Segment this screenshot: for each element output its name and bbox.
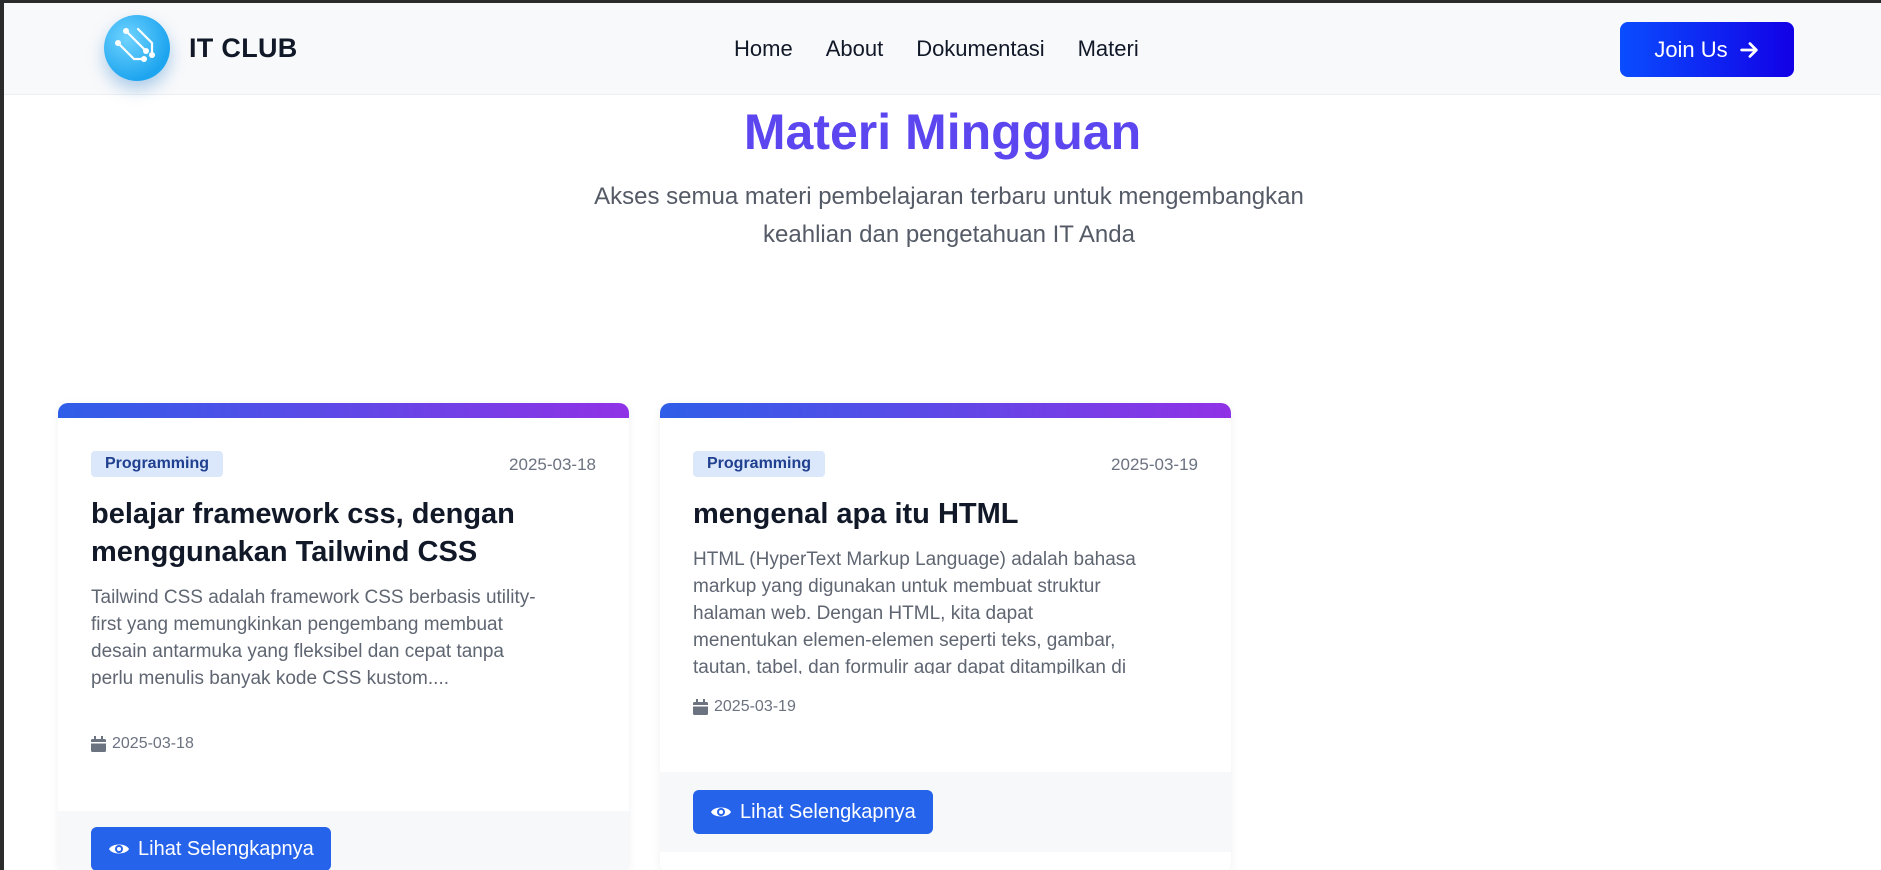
read-more-button[interactable]: Lihat Selengkapnya: [693, 790, 933, 834]
nav-dokumentasi[interactable]: Dokumentasi: [916, 36, 1044, 62]
navbar: IT CLUB Home About Dokumentasi Materi Jo…: [4, 3, 1881, 95]
brand-name[interactable]: IT CLUB: [189, 33, 298, 64]
nav-home[interactable]: Home: [734, 36, 793, 62]
card-title-line: menggunakan Tailwind CSS: [91, 536, 478, 568]
desc-line: Tailwind CSS adalah framework CSS berbas…: [91, 587, 536, 608]
join-us-label: Join Us: [1654, 36, 1728, 62]
eye-icon: [711, 807, 731, 817]
arrow-right-icon: [1739, 41, 1758, 58]
nav-materi[interactable]: Materi: [1078, 36, 1139, 62]
card-title[interactable]: belajar framework css, dengan menggunaka…: [91, 495, 601, 571]
materi-card: Programming 2025-03-18 belajar framework…: [58, 403, 629, 870]
card-meta-date: 2025-03-18: [91, 735, 194, 753]
nav-about[interactable]: About: [826, 36, 884, 62]
card-accent-bar: [58, 403, 629, 418]
card-meta-date: 2025-03-19: [693, 698, 796, 716]
desc-line: perlu menulis banyak kode CSS kustom....: [91, 668, 450, 689]
desc-line: halaman web. Dengan HTML, kita dapat: [693, 603, 1034, 624]
desc-line: markup yang digunakan untuk membuat stru…: [693, 576, 1101, 597]
card-title[interactable]: mengenal apa itu HTML: [693, 495, 1203, 533]
calendar-icon: [693, 699, 708, 715]
read-more-button[interactable]: Lihat Selengkapnya: [91, 827, 331, 870]
read-more-label: Lihat Selengkapnya: [138, 837, 314, 860]
calendar-icon: [91, 736, 106, 752]
subtitle-line: Akses semua materi pembelajaran terbaru …: [594, 183, 1304, 210]
meta-date-text: 2025-03-18: [112, 735, 194, 752]
meta-date-text: 2025-03-19: [714, 698, 796, 715]
read-more-label: Lihat Selengkapnya: [740, 800, 916, 823]
circuit-icon: [115, 27, 155, 62]
browser-viewport: IT CLUB Home About Dokumentasi Materi Jo…: [4, 3, 1881, 870]
logo[interactable]: [104, 15, 170, 81]
card-description: Tailwind CSS adalah framework CSS berbas…: [91, 584, 601, 692]
page-subtitle: Akses semua materi pembelajaran terbaru …: [524, 178, 1374, 254]
card-footer: Lihat Selengkapnya: [58, 811, 629, 870]
desc-line: first yang memungkinkan pengembang membu…: [91, 614, 503, 635]
eye-icon: [109, 844, 129, 854]
card-date: 2025-03-18: [509, 455, 596, 474]
desc-line: desain antarmuka yang fleksibel dan cepa…: [91, 641, 504, 662]
desc-line: menentukan elemen-elemen seperti teks, g…: [693, 630, 1116, 651]
card-title-line: mengenal apa itu HTML: [693, 498, 1019, 530]
page-title: Materi Mingguan: [743, 104, 1142, 160]
card-accent-bar: [660, 403, 1231, 418]
card-footer: Lihat Selengkapnya: [660, 772, 1231, 852]
desc-line: HTML (HyperText Markup Language) adalah …: [693, 549, 1136, 570]
card-body: Programming 2025-03-19 mengenal apa itu …: [660, 418, 1231, 870]
card-description: HTML (HyperText Markup Language) adalah …: [693, 546, 1203, 674]
card-date: 2025-03-19: [1111, 455, 1198, 474]
materi-card: Programming 2025-03-19 mengenal apa itu …: [660, 403, 1231, 870]
card-title-line: belajar framework css, dengan: [91, 498, 515, 530]
subtitle-line: keahlian dan pengetahuan IT Anda: [763, 221, 1135, 248]
card-body: Programming 2025-03-18 belajar framework…: [58, 418, 629, 870]
desc-line: tautan, tabel, dan formulir agar dapat d…: [693, 657, 1127, 674]
category-badge: Programming: [693, 451, 826, 477]
join-us-button[interactable]: Join Us: [1620, 22, 1794, 77]
nav-menu: Home About Dokumentasi Materi: [734, 36, 1139, 62]
category-badge: Programming: [91, 451, 224, 477]
